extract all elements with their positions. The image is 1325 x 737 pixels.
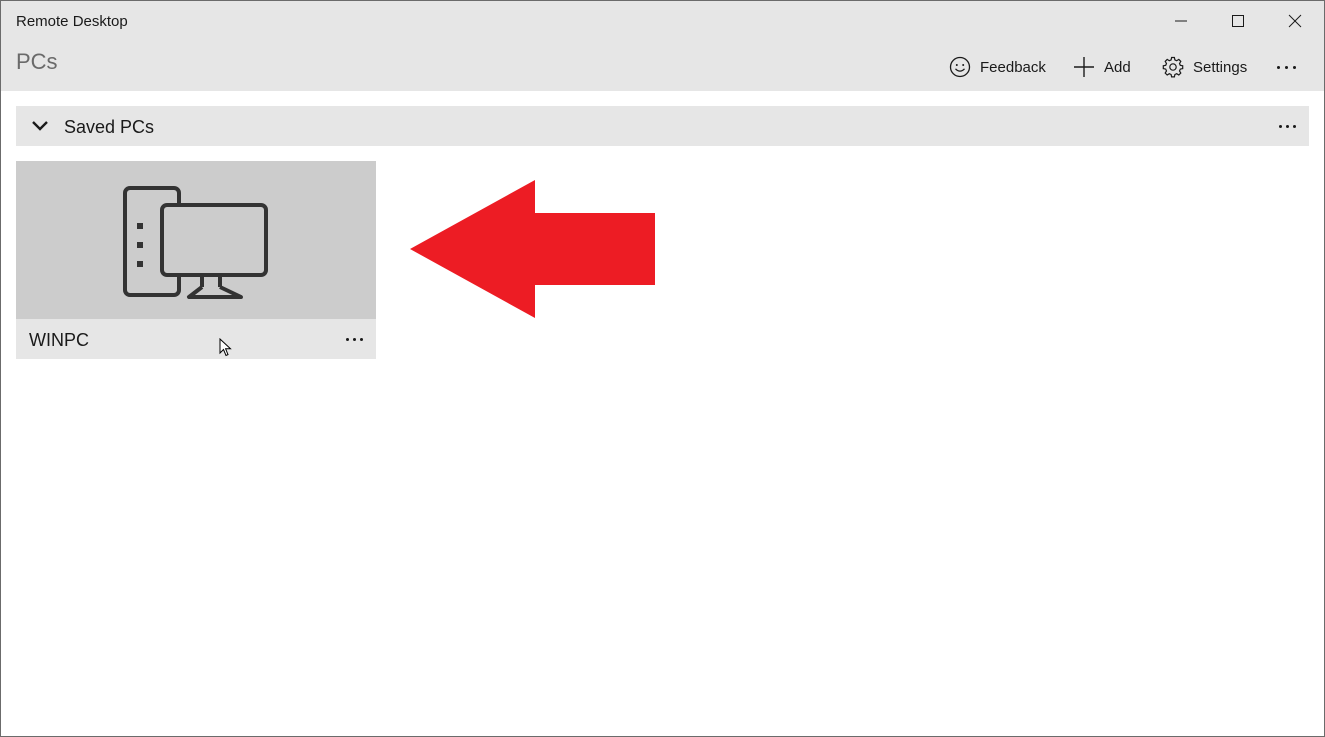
minimize-icon bbox=[1175, 20, 1187, 22]
plus-icon bbox=[1074, 57, 1094, 77]
pc-tile[interactable]: WINPC bbox=[16, 161, 376, 359]
more-icon-dot bbox=[1285, 65, 1288, 69]
smiley-icon bbox=[949, 56, 971, 78]
maximize-button[interactable] bbox=[1210, 1, 1266, 41]
page-title: PCs bbox=[16, 49, 58, 74]
more-icon-dot bbox=[1292, 124, 1296, 128]
feedback-label: Feedback bbox=[980, 58, 1046, 76]
pc-tile-thumbnail[interactable] bbox=[16, 161, 376, 319]
section-more-button[interactable] bbox=[1273, 114, 1301, 138]
title-bar: Remote Desktop PCs Feedback Add Settings bbox=[1, 1, 1324, 91]
add-label: Add bbox=[1104, 58, 1131, 76]
desktop-pc-icon bbox=[123, 186, 268, 299]
minimize-button[interactable] bbox=[1153, 1, 1209, 41]
section-label: Saved PCs bbox=[64, 117, 155, 137]
pc-name: WINPC bbox=[29, 330, 89, 350]
more-icon bbox=[345, 337, 349, 341]
maximize-icon bbox=[1232, 15, 1244, 27]
red-arrow-annotation bbox=[410, 180, 655, 318]
more-options-button[interactable] bbox=[1277, 51, 1296, 83]
more-icon bbox=[1278, 124, 1282, 128]
more-icon-dot bbox=[359, 337, 363, 341]
more-icon-dot bbox=[1285, 124, 1289, 128]
mouse-cursor-icon bbox=[219, 338, 232, 357]
pc-more-button[interactable] bbox=[340, 327, 368, 351]
settings-label: Settings bbox=[1193, 58, 1248, 76]
gear-icon bbox=[1162, 56, 1184, 78]
more-icon-dot bbox=[1293, 65, 1296, 69]
pc-tile-footer: WINPC bbox=[16, 319, 376, 359]
close-button[interactable] bbox=[1267, 1, 1323, 41]
more-icon bbox=[1277, 65, 1280, 69]
more-icon-dot bbox=[352, 337, 356, 341]
add-button[interactable]: Add bbox=[1073, 51, 1131, 83]
chevron-down-icon[interactable] bbox=[30, 116, 50, 136]
remote-desktop-window: Remote Desktop PCs Feedback Add Settings… bbox=[0, 0, 1325, 737]
app-title: Remote Desktop bbox=[16, 13, 128, 30]
settings-button[interactable]: Settings bbox=[1162, 51, 1247, 83]
feedback-button[interactable]: Feedback bbox=[949, 51, 1046, 83]
close-icon bbox=[1288, 14, 1302, 28]
saved-pcs-section-header[interactable]: Saved PCs bbox=[16, 106, 1309, 146]
